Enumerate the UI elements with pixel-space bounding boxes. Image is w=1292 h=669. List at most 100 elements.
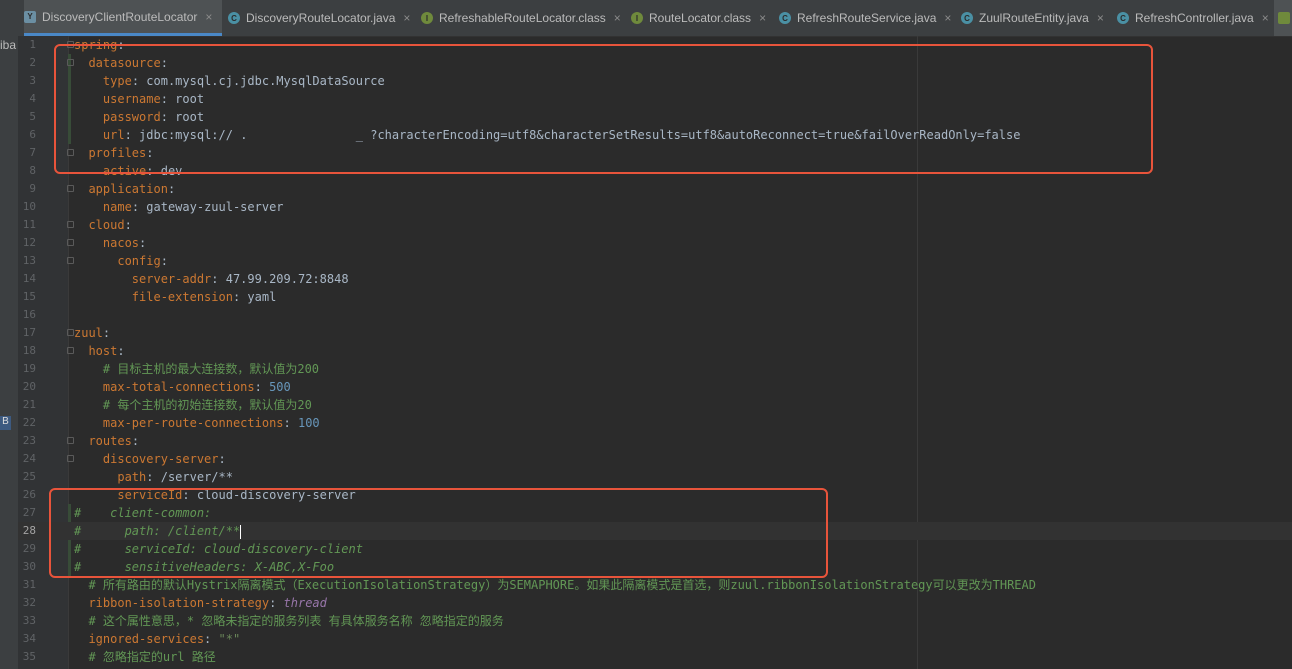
line-number: 3 xyxy=(29,74,36,87)
line-number: 8 xyxy=(29,164,36,177)
yaml-separator: : xyxy=(146,470,161,484)
tab-label: RefreshController.java xyxy=(1135,11,1254,25)
fold-toggle-icon[interactable] xyxy=(67,347,74,354)
yaml-separator: : xyxy=(131,200,147,214)
yaml-value: 100 xyxy=(297,416,320,430)
code-line[interactable]: 13 config: xyxy=(18,252,1292,270)
project-panel-edge[interactable] xyxy=(0,36,18,669)
code-line[interactable]: 12 nacos: xyxy=(18,234,1292,252)
code-line[interactable]: 21 # 每个主机的初始连接数，默认值为20 xyxy=(18,396,1292,414)
yaml-separator: : xyxy=(124,218,132,232)
highlight-box-client-common xyxy=(49,488,828,578)
line-number: 1 xyxy=(29,38,36,51)
yaml-key: application xyxy=(88,182,168,196)
tab-label: DiscoveryRouteLocator.java xyxy=(246,11,396,25)
code-line[interactable]: 11 cloud: xyxy=(18,216,1292,234)
code-line[interactable]: 20 max-total-connections: 500 xyxy=(18,378,1292,396)
yaml-key: config xyxy=(117,254,161,268)
yaml-separator: : xyxy=(167,182,176,196)
yaml-comment: # 目标主机的最大连接数，默认值为200 xyxy=(102,362,320,376)
fold-toggle-icon[interactable] xyxy=(67,185,74,192)
fold-toggle-icon[interactable] xyxy=(67,455,74,462)
code-line[interactable]: 16 xyxy=(18,306,1292,324)
line-number: 21 xyxy=(22,398,36,411)
tab-discovery-client-route-locator[interactable]: Y DiscoveryClientRouteLocator × xyxy=(24,0,222,36)
code-line[interactable]: 22 max-per-route-connections: 100 xyxy=(18,414,1292,432)
code-line[interactable]: 32 ribbon-isolation-strategy: thread xyxy=(18,594,1292,612)
fold-toggle-icon[interactable] xyxy=(67,257,74,264)
close-icon[interactable]: × xyxy=(1097,11,1104,25)
close-icon[interactable]: × xyxy=(944,11,951,25)
close-icon[interactable]: × xyxy=(614,11,621,25)
tab-refresh-controller[interactable]: C RefreshController.java × xyxy=(1117,0,1275,36)
code-line[interactable]: 23 routes: xyxy=(18,432,1292,450)
yaml-separator: : xyxy=(131,434,140,448)
code-line[interactable]: 9 application: xyxy=(18,180,1292,198)
code-text: # 忽略指定的url 路径 xyxy=(74,648,216,666)
code-line[interactable]: 25 path: /server/** xyxy=(18,468,1292,486)
code-text: routes: xyxy=(74,432,139,450)
tab-route-locator[interactable]: I RouteLocator.class × xyxy=(631,0,771,36)
line-number: 5 xyxy=(29,110,36,123)
yaml-separator: : xyxy=(139,236,147,250)
line-number: 9 xyxy=(29,182,36,195)
yaml-key: discovery-server xyxy=(102,452,219,466)
tab-label: RouteLocator.class xyxy=(649,11,752,25)
code-line[interactable]: 34 ignored-services: "*" xyxy=(18,630,1292,648)
code-text: max-per-route-connections: 100 xyxy=(74,414,320,432)
close-icon[interactable]: × xyxy=(205,10,212,24)
code-line[interactable]: 35 # 忽略指定的url 路径 xyxy=(18,648,1292,666)
yaml-separator: : xyxy=(211,272,226,286)
tab-refresh-route-service[interactable]: C RefreshRouteService.java × xyxy=(779,0,951,36)
tab-refreshable-route-locator[interactable]: I RefreshableRouteLocator.class × xyxy=(421,0,621,36)
code-line[interactable]: 19 # 目标主机的最大连接数，默认值为200 xyxy=(18,360,1292,378)
code-text: max-total-connections: 500 xyxy=(74,378,291,396)
line-number: 32 xyxy=(22,596,36,609)
fold-toggle-icon[interactable] xyxy=(67,329,74,336)
code-line[interactable]: 18 host: xyxy=(18,342,1292,360)
line-number: 25 xyxy=(22,470,36,483)
code-line[interactable]: 14 server-addr: 47.99.209.72:8848 xyxy=(18,270,1292,288)
yaml-comment: # 忽略指定的url 路径 xyxy=(88,650,216,664)
line-number: 17 xyxy=(22,326,36,339)
close-icon[interactable]: × xyxy=(759,11,766,25)
line-number: 27 xyxy=(22,506,36,519)
yaml-key: cloud xyxy=(88,218,125,232)
code-line[interactable]: 17 zuul: xyxy=(18,324,1292,342)
fold-toggle-icon[interactable] xyxy=(67,437,74,444)
tab-discovery-route-locator[interactable]: C DiscoveryRouteLocator.java × xyxy=(228,0,412,36)
yaml-comment: # 这个属性意思，* 忽略未指定的服务列表 有具体服务名称 忽略指定的服务 xyxy=(88,614,504,628)
close-icon[interactable]: × xyxy=(403,11,410,25)
code-line[interactable]: 15 file-extension: yaml xyxy=(18,288,1292,306)
code-text: name: gateway-zuul-server xyxy=(74,198,284,216)
yaml-separator: : xyxy=(117,344,125,358)
code-line[interactable]: 24 discovery-server: xyxy=(18,450,1292,468)
code-line[interactable]: 33 # 这个属性意思，* 忽略未指定的服务列表 有具体服务名称 忽略指定的服务 xyxy=(18,612,1292,630)
line-number: 33 xyxy=(22,614,36,627)
line-number: 30 xyxy=(22,560,36,573)
tab-zuul-route-entity[interactable]: C ZuulRouteEntity.java × xyxy=(961,0,1109,36)
code-text: server-addr: 47.99.209.72:8848 xyxy=(74,270,349,288)
yaml-key: nacos xyxy=(102,236,140,250)
line-number: 22 xyxy=(22,416,36,429)
yaml-file-icon: Y xyxy=(24,10,36,23)
code-text: nacos: xyxy=(74,234,146,252)
code-line[interactable]: 10 name: gateway-zuul-server xyxy=(18,198,1292,216)
close-icon[interactable]: × xyxy=(1262,11,1269,25)
tab-overflow[interactable] xyxy=(1274,0,1292,36)
yaml-separator: : xyxy=(218,452,226,466)
fold-toggle-icon[interactable] xyxy=(67,239,74,246)
fold-toggle-icon[interactable] xyxy=(67,221,74,228)
code-text: ignored-services: "*" xyxy=(74,630,240,648)
code-text: ribbon-isolation-strategy: thread xyxy=(74,594,326,612)
tab-label: RefreshRouteService.java xyxy=(797,11,937,25)
editor-tab-bar: Y DiscoveryClientRouteLocator × C Discov… xyxy=(0,0,1292,37)
code-line[interactable]: 31 # 所有路由的默认Hystrix隔离模式（ExecutionIsolati… xyxy=(18,576,1292,594)
yaml-key: file-extension xyxy=(131,290,233,304)
yaml-key: server-addr xyxy=(131,272,212,286)
yaml-separator: : xyxy=(232,290,248,304)
yaml-key: max-total-connections xyxy=(102,380,255,394)
tab-label: DiscoveryClientRouteLocator xyxy=(42,9,198,24)
yaml-key: max-per-route-connections xyxy=(102,416,284,430)
line-number: 18 xyxy=(22,344,36,357)
